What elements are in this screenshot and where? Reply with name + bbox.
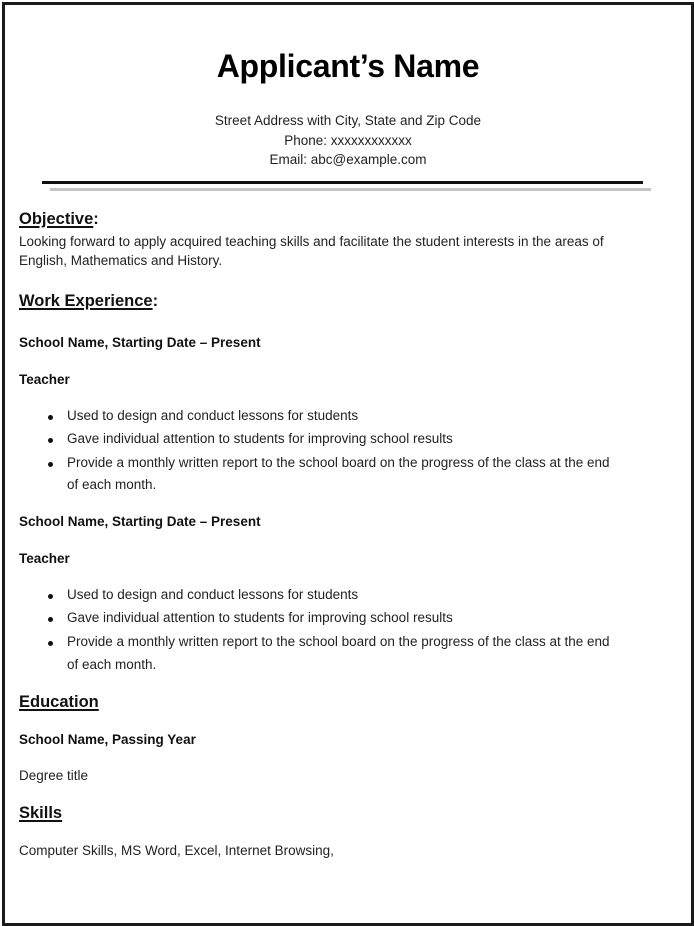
phone-line: Phone: xxxxxxxxxxxx xyxy=(284,133,412,148)
header-divider-light xyxy=(50,188,651,191)
skills-heading: Skills xyxy=(19,804,62,823)
objective-text-line-1: Looking forward to apply acquired teachi… xyxy=(19,234,604,249)
bullet-icon xyxy=(48,438,53,443)
header-divider-dark xyxy=(42,181,643,184)
applicant-name: Applicant’s Name xyxy=(216,48,480,84)
bullet-icon xyxy=(48,617,53,622)
job-bullet: Used to design and conduct lessons for s… xyxy=(67,408,359,423)
email-line: Email: abc@example.com xyxy=(269,152,427,167)
bullet-icon xyxy=(48,594,53,599)
job-employer: School Name, Starting Date – Present xyxy=(19,335,261,350)
job-role: Teacher xyxy=(19,372,70,387)
resume-page: Applicant’s Name Street Address with Cit… xyxy=(2,2,694,926)
bullet-icon xyxy=(48,462,53,467)
job-bullet: Gave individual attention to students fo… xyxy=(67,431,453,446)
objective-heading-colon: : xyxy=(93,210,99,228)
bullet-icon xyxy=(48,415,53,420)
skills-list: Computer Skills, MS Word, Excel, Interne… xyxy=(19,843,334,858)
job-bullet-continuation: of each month. xyxy=(67,657,157,672)
skills-heading-text: Skills xyxy=(19,804,63,822)
work-experience-heading: Work Experience: xyxy=(19,292,158,311)
job-employer: School Name, Starting Date – Present xyxy=(19,514,261,529)
address-line: Street Address with City, State and Zip … xyxy=(214,113,482,128)
education-degree: Degree title xyxy=(19,768,89,783)
job-role: Teacher xyxy=(19,551,70,566)
job-bullet: Gave individual attention to students fo… xyxy=(67,610,453,625)
job-bullet-continuation: of each month. xyxy=(67,477,157,492)
job-bullet: Used to design and conduct lessons for s… xyxy=(67,587,359,602)
education-school: School Name, Passing Year xyxy=(19,732,196,747)
objective-text-line-2: English, Mathematics and History. xyxy=(19,253,223,268)
objective-heading: Objective: xyxy=(19,210,99,229)
objective-heading-text: Objective xyxy=(19,210,94,228)
education-heading-text: Education xyxy=(19,693,99,711)
work-experience-heading-text: Work Experience xyxy=(19,292,153,310)
education-heading: Education xyxy=(19,693,99,712)
job-bullet: Provide a monthly written report to the … xyxy=(67,634,610,649)
job-bullet: Provide a monthly written report to the … xyxy=(67,455,610,470)
bullet-icon xyxy=(48,641,53,646)
work-experience-heading-colon: : xyxy=(152,292,159,310)
